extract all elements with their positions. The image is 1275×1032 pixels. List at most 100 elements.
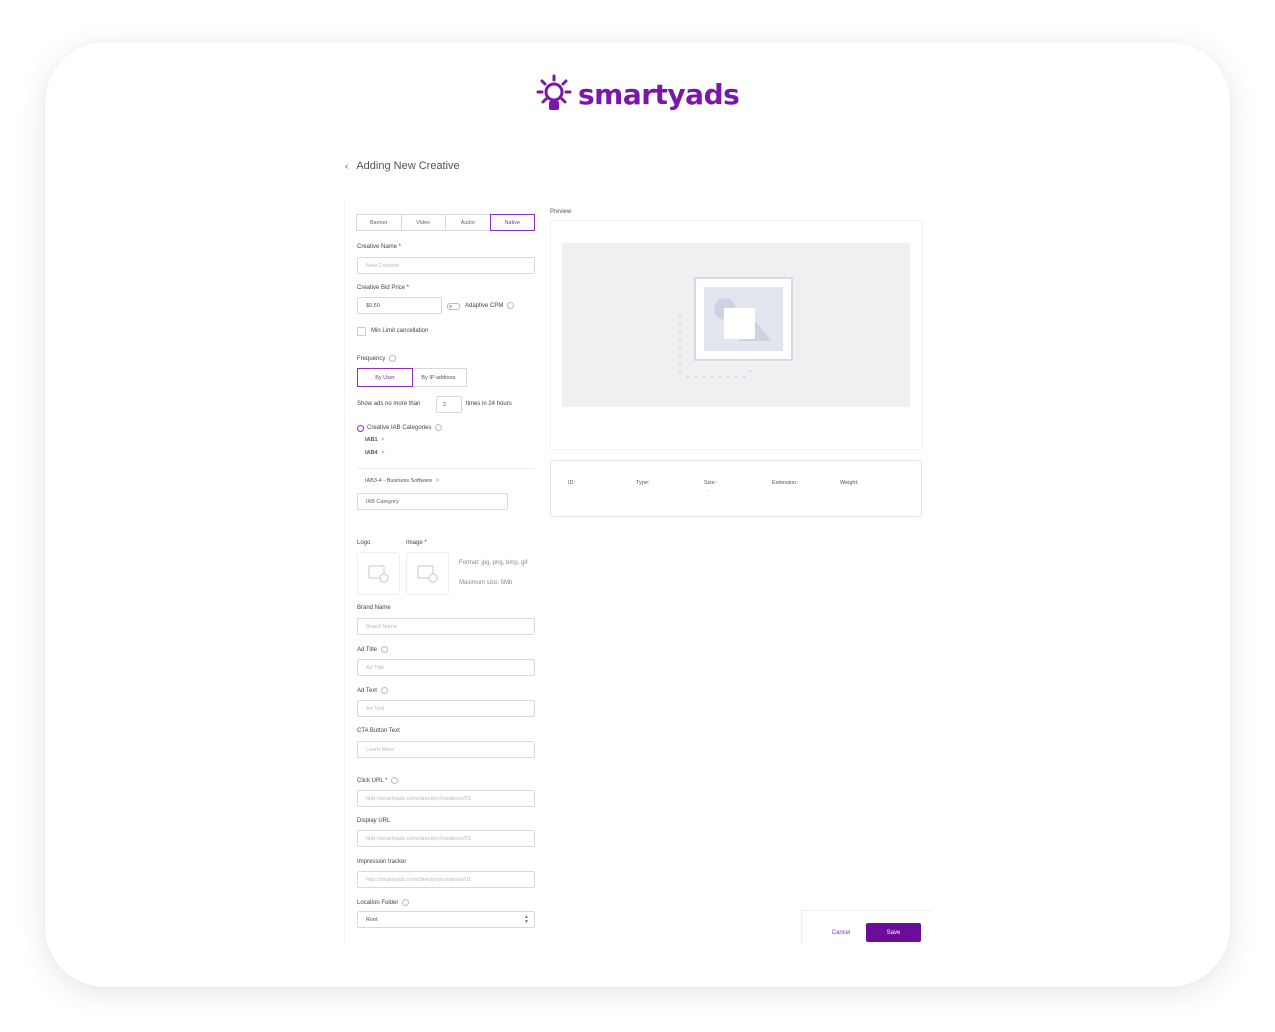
tab-native[interactable]: Native xyxy=(489,214,535,231)
creative-form-panel: Banner Video Audio Native Creative Name … xyxy=(344,200,933,944)
iab-chip-label: IAB4 xyxy=(365,450,378,456)
info-icon xyxy=(402,899,410,906)
image-size-hint: Maximum size: 5Mb xyxy=(459,580,513,586)
remove-icon[interactable]: ✕ xyxy=(381,437,386,443)
ad-text-text: Ad Text xyxy=(357,688,377,695)
brand-name-placeholder: Brand Name xyxy=(366,623,397,630)
iab-categories-radio[interactable] xyxy=(357,425,364,432)
min-limit-checkbox[interactable] xyxy=(357,327,366,336)
click-url-text: Click URL * xyxy=(357,778,388,785)
brand-name: smartyads xyxy=(578,77,740,111)
info-icon xyxy=(389,355,397,362)
tab-banner[interactable]: Banner xyxy=(356,214,402,231)
click-url-input[interactable]: http://smartyads.com/directory/creatives… xyxy=(357,790,535,807)
tab-audio[interactable]: Audio xyxy=(445,214,491,231)
image-format-hint: Format: jpg, png, bmp, gif xyxy=(459,560,528,566)
logo-label: Logo xyxy=(357,540,371,546)
bid-price-label: Creative Bid Price * xyxy=(357,285,410,291)
cta-input[interactable]: Learn More xyxy=(357,741,535,758)
cta-placeholder: Learn More xyxy=(366,746,395,753)
cancel-button[interactable]: Cancel xyxy=(821,924,861,941)
click-url-placeholder: http://smartyads.com/directory/creatives… xyxy=(366,795,471,802)
column-id: ID: xyxy=(568,480,576,486)
divider xyxy=(357,468,535,469)
creative-type-tabs: Banner Video Audio Native xyxy=(356,214,535,231)
impression-tracker-input[interactable]: http://smartyads.com/directory/creatives… xyxy=(357,871,535,888)
frequency-label: Frequency xyxy=(357,355,397,363)
iab-categories-text: Creative IAB Categories xyxy=(367,425,432,432)
ad-title-label: Ad Title xyxy=(357,646,389,654)
iab-chip: IAB1 ✕ xyxy=(365,437,385,443)
column-extension: Extension: xyxy=(772,480,798,486)
info-icon xyxy=(391,777,399,784)
ad-text-input[interactable]: Ad Text xyxy=(357,700,535,717)
adaptive-cpm-toggle[interactable] xyxy=(447,303,460,310)
size-value: - xyxy=(706,488,708,494)
frequency-count-input[interactable]: 2 xyxy=(436,396,462,413)
show-ads-prefix: Show ads no more than xyxy=(357,401,421,407)
column-weight: Weight: xyxy=(840,480,859,486)
frequency-count-value: 2 xyxy=(443,401,447,408)
click-url-label: Click URL * xyxy=(357,777,399,785)
footer-divider xyxy=(801,910,933,911)
info-icon xyxy=(435,424,443,431)
adaptive-cpm-label: Adaptive CPM xyxy=(465,302,515,310)
creative-name-label: Creative Name * xyxy=(357,244,402,250)
info-icon xyxy=(381,646,389,653)
preview-canvas xyxy=(562,243,910,407)
cta-label: CTA Button Text xyxy=(357,728,400,734)
logo-upload[interactable] xyxy=(357,552,400,595)
ad-text-placeholder: Ad Text xyxy=(366,705,385,712)
preview-label: Preview xyxy=(550,209,572,215)
iab-sub-chip: IAB3-4 - Business Software ✕ xyxy=(365,478,440,484)
location-folder-select[interactable]: Root ▲ ▼ xyxy=(357,911,535,928)
tab-video[interactable]: Video xyxy=(400,214,446,231)
select-arrows-icon: ▲ ▼ xyxy=(524,914,529,925)
image-upload[interactable] xyxy=(406,552,449,595)
bid-price-input[interactable]: $0.50 xyxy=(357,297,442,314)
creative-info-table: ID: Type: Size: - Extension: Weight: xyxy=(550,460,922,517)
iab-chip: IAB4 ✕ xyxy=(365,450,385,456)
bid-price-value: $0.50 xyxy=(366,302,380,309)
iab-categories-label: Creative IAB Categories xyxy=(367,424,443,432)
chevron-left-icon[interactable]: ‹ xyxy=(345,161,348,172)
location-folder-text: Location Folder xyxy=(357,900,399,907)
adaptive-cpm-text: Adaptive CPM xyxy=(465,303,504,310)
show-ads-suffix: times in 24 hours xyxy=(466,401,512,407)
lightbulb-icon xyxy=(536,74,572,110)
footer-divider xyxy=(801,910,802,944)
image-upload-icon xyxy=(367,564,389,583)
display-url-input[interactable]: http://smartyads.com/directory/creatives… xyxy=(357,830,535,847)
smartyads-logo: smartyads xyxy=(536,74,740,114)
creative-name-placeholder: New Creative xyxy=(366,262,400,269)
min-limit-label: Min Limit cancellation xyxy=(371,328,429,334)
display-url-placeholder: http://smartyads.com/directory/creatives… xyxy=(366,835,471,842)
info-icon xyxy=(380,687,388,694)
image-upload-icon xyxy=(416,564,438,583)
remove-icon[interactable]: ✕ xyxy=(381,450,386,456)
location-folder-label: Location Folder xyxy=(357,899,410,907)
iab-category-input[interactable]: IAB Category xyxy=(357,493,508,510)
page-header: ‹ Adding New Creative xyxy=(345,160,460,172)
impression-tracker-label: Impression tracker xyxy=(357,859,407,865)
brand-name-label: Brand Name xyxy=(357,605,391,611)
preview-box xyxy=(550,220,923,450)
column-type: Type: xyxy=(636,480,650,486)
page-title: Adding New Creative xyxy=(356,160,460,172)
ad-text-label: Ad Text xyxy=(357,687,388,694)
ad-title-placeholder: Ad Title xyxy=(366,664,385,671)
iab-chip-label: IAB1 xyxy=(365,437,378,443)
brand-name-input[interactable]: Brand Name xyxy=(357,618,535,635)
frequency-by-ip[interactable]: By IP address xyxy=(410,368,467,387)
ad-title-input[interactable]: Ad Title xyxy=(357,659,535,676)
location-folder-value: Root xyxy=(366,916,378,923)
save-button[interactable]: Save xyxy=(866,923,921,942)
creative-name-input[interactable]: New Creative xyxy=(357,257,535,274)
column-size: Size: xyxy=(704,480,717,486)
frequency-by-user[interactable]: By User xyxy=(357,368,413,387)
frequency-text: Frequency xyxy=(357,356,386,363)
remove-icon[interactable]: ✕ xyxy=(435,478,440,484)
ad-title-text: Ad Title xyxy=(357,647,378,654)
info-icon xyxy=(507,302,515,309)
display-url-label: Display URL xyxy=(357,818,391,824)
